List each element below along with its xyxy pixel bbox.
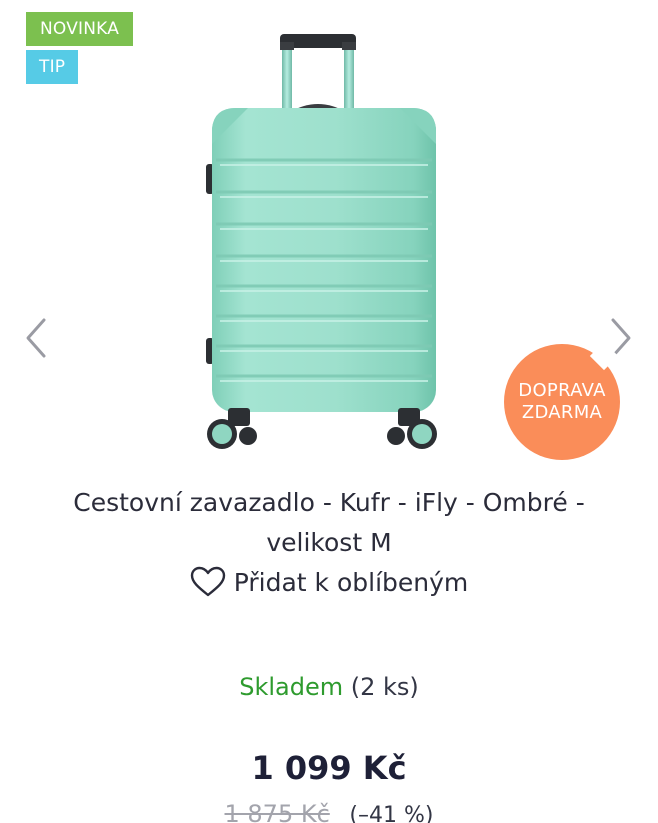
add-to-favorites-label: Přidat k oblíbeným <box>233 567 469 597</box>
free-shipping-line1: DOPRAVA <box>518 380 606 401</box>
chevron-left-icon <box>26 318 46 358</box>
stock-quantity: (2 ks) <box>350 673 419 701</box>
in-stock-label: Skladem <box>239 673 344 701</box>
product-page: DOPRAVA ZDARMA NOVINKA TIP Cestovní zava… <box>0 0 658 823</box>
old-price: 1 875 Kč <box>224 800 330 823</box>
new-badge: NOVINKA <box>26 12 134 46</box>
free-shipping-line2: ZDARMA <box>521 402 603 423</box>
product-image[interactable] <box>150 20 510 460</box>
tip-badge: TIP <box>26 50 79 84</box>
gallery-prev-button[interactable] <box>22 316 52 360</box>
free-shipping-badge: DOPRAVA ZDARMA <box>504 344 620 460</box>
old-price-row: 1 875 Kč (–41 %) <box>0 800 658 823</box>
product-title: Cestovní zavazadlo - Kufr - iFly - Ombré… <box>40 483 618 563</box>
product-title-line2: velikost M <box>266 528 392 557</box>
product-gallery[interactable]: DOPRAVA ZDARMA <box>0 0 658 470</box>
heart-icon <box>190 566 225 597</box>
current-price: 1 099 Kč <box>251 749 407 787</box>
add-to-favorites-button[interactable]: Přidat k oblíbeným <box>0 566 658 598</box>
discount-percent: (–41 %) <box>349 803 434 823</box>
product-title-line1: Cestovní zavazadlo - Kufr - iFly - Ombré… <box>73 488 585 517</box>
stock-status: Skladem (2 ks) <box>0 673 658 701</box>
